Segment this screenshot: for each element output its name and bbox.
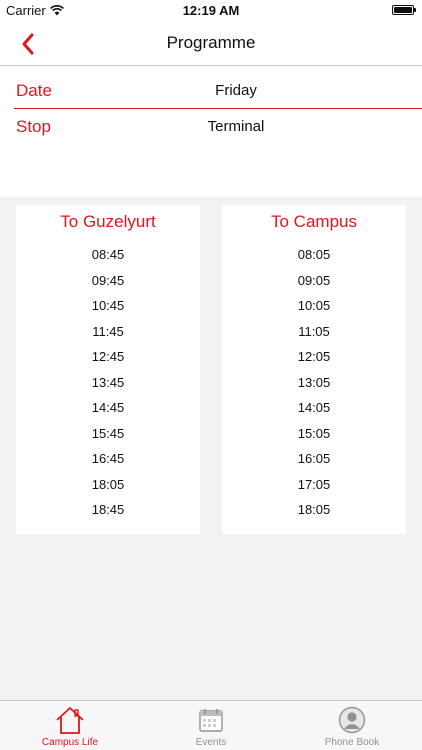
departure-time: 11:45 (92, 323, 124, 339)
page-title: Programme (166, 33, 256, 52)
house-icon (54, 705, 86, 735)
departure-time: 09:05 (297, 272, 331, 288)
filter-form: Date Friday Stop Terminal (0, 66, 422, 197)
stop-row[interactable]: Stop Terminal (0, 109, 422, 145)
schedule-title: To Guzelyurt (60, 212, 156, 231)
calendar-icon (195, 705, 227, 735)
departure-time: 14:05 (297, 400, 331, 415)
departure-time: 08:05 (297, 247, 331, 262)
schedule-card-guzelyurt[interactable]: To Guzelyurt 08:45 09:45 10:45 11:45 12:… (16, 205, 200, 534)
departure-time: 13:05 (297, 374, 331, 390)
tab-label: Phone Book (324, 737, 380, 748)
departure-time: 10:45 (91, 298, 125, 313)
departure-time: 08:45 (91, 247, 125, 262)
tab-events[interactable]: Events (141, 701, 281, 750)
departure-time: 17:05 (297, 476, 331, 492)
departure-time: 18:05 (297, 502, 331, 517)
departure-list[interactable]: 08:05 09:05 10:05 11:05 12:05 13:05 14:0… (222, 236, 406, 523)
date-value[interactable]: Friday (0, 82, 422, 99)
departure-time: 18:05 (91, 476, 125, 492)
tab-campus-life[interactable]: Campus Life (0, 701, 140, 750)
departure-time: 16:05 (297, 451, 331, 466)
navigation-bar: Programme (0, 22, 422, 66)
status-bar: Carrier 12:19 AM (0, 0, 422, 22)
departure-time: 16:45 (91, 451, 125, 466)
departure-time: 14:45 (91, 400, 125, 415)
date-row[interactable]: Date Friday (0, 73, 422, 109)
departure-time: 12:05 (297, 349, 331, 364)
departure-time: 13:45 (91, 374, 125, 390)
departure-time: 15:45 (91, 425, 125, 441)
departure-list[interactable]: 08:45 09:45 10:45 11:45 12:45 13:45 14:4… (16, 236, 200, 523)
departure-time: 10:05 (297, 298, 331, 313)
departure-time: 18:45 (91, 502, 125, 517)
tab-label: Campus Life (41, 737, 99, 748)
battery-icon (392, 5, 416, 15)
status-time: 12:19 AM (182, 3, 240, 18)
schedule-card-campus[interactable]: To Campus 08:05 09:05 10:05 11:05 12:05 … (222, 205, 406, 534)
tab-phone-book[interactable]: Phone Book (282, 701, 422, 750)
tab-label: Events (195, 737, 227, 748)
departure-time: 15:05 (297, 425, 331, 441)
stop-value[interactable]: Terminal (0, 118, 422, 135)
tab-bar: Campus Life Events Phone Book (0, 700, 422, 750)
person-icon (336, 705, 368, 735)
departure-time: 09:45 (91, 272, 125, 288)
departure-time: 12:45 (91, 349, 125, 364)
departure-time: 11:05 (298, 323, 330, 339)
schedule-title: To Campus (271, 212, 357, 231)
